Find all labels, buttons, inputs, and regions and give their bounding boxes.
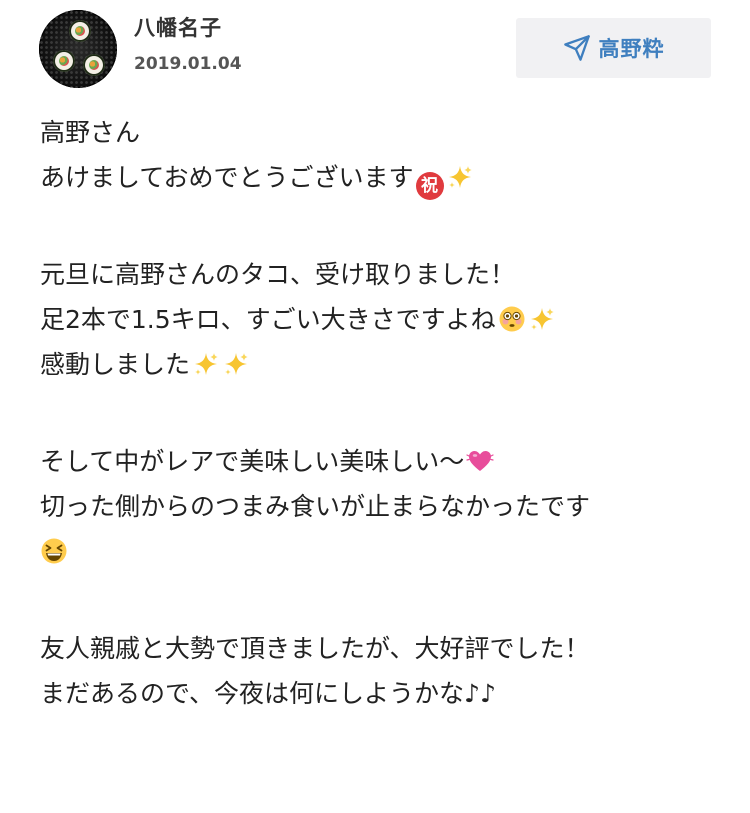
size-line: 足2本で1.5キロ、すごい大きさですよね (40, 297, 730, 342)
beating-heart-emoji (466, 447, 494, 475)
sparkles-emoji (222, 350, 250, 378)
flushed-face-emoji (498, 305, 526, 333)
tonight-line: まだあるので、今夜は何にしようかな♪♪ (40, 679, 496, 708)
rare-line: そして中がレアで美味しい美味しい〜 (40, 439, 730, 484)
received-line: 元旦に高野さんのタコ、受け取りました！ (40, 260, 516, 289)
avatar-sushi-roll (69, 20, 91, 42)
sparkles-emoji (192, 350, 220, 378)
post-header: 八幡名子 2019.01.04 高野粋 (0, 0, 750, 100)
avatar-sushi-roll (83, 54, 105, 76)
post-body: 高野さん あけましておめでとうございます祝 元旦に高野さんのタコ、受け取りました… (40, 110, 730, 716)
snack-line: 切った側からのつまみ食いが止まらなかったです (40, 492, 591, 521)
grinning-squinting-face-emoji (40, 537, 68, 565)
sparkles-emoji (446, 163, 474, 191)
send-button-label: 高野粋 (598, 37, 665, 61)
moved-line: 感動しました (40, 342, 730, 387)
congratulations-emoji: 祝 (415, 172, 444, 200)
new-year-line: あけましておめでとうございます祝 (40, 155, 730, 200)
send-message-button[interactable]: 高野粋 (516, 18, 711, 78)
author-name[interactable]: 八幡名子 (134, 12, 222, 42)
snack-emoji-line (40, 529, 730, 574)
greeting-line: 高野さん (40, 118, 141, 147)
paper-plane-icon (563, 35, 590, 61)
author-avatar[interactable] (39, 10, 117, 88)
post-date: 2019.01.04 (134, 54, 242, 74)
shared-line: 友人親戚と大勢で頂きましたが、大好評でした！ (40, 634, 590, 663)
sparkles-emoji (528, 305, 556, 333)
avatar-sushi-roll (53, 50, 75, 72)
